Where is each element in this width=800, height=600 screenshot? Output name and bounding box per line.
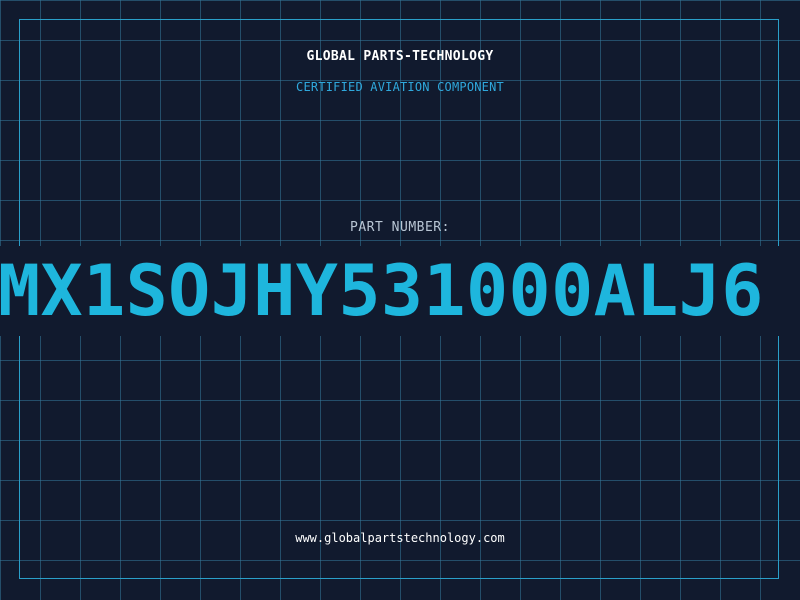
label-card: GLOBAL PARTS-TECHNOLOGY CERTIFIED AVIATI…	[0, 0, 800, 600]
company-name: GLOBAL PARTS-TECHNOLOGY	[306, 49, 494, 64]
part-number-value: MX1SOJHY531000ALJ6	[0, 250, 764, 332]
part-number-band: MX1SOJHY531000ALJ6	[0, 246, 800, 336]
website-url: www.globalpartstechnology.com	[295, 531, 505, 545]
part-number-label: PART NUMBER:	[350, 220, 450, 235]
certification-tagline: CERTIFIED AVIATION COMPONENT	[296, 80, 504, 94]
